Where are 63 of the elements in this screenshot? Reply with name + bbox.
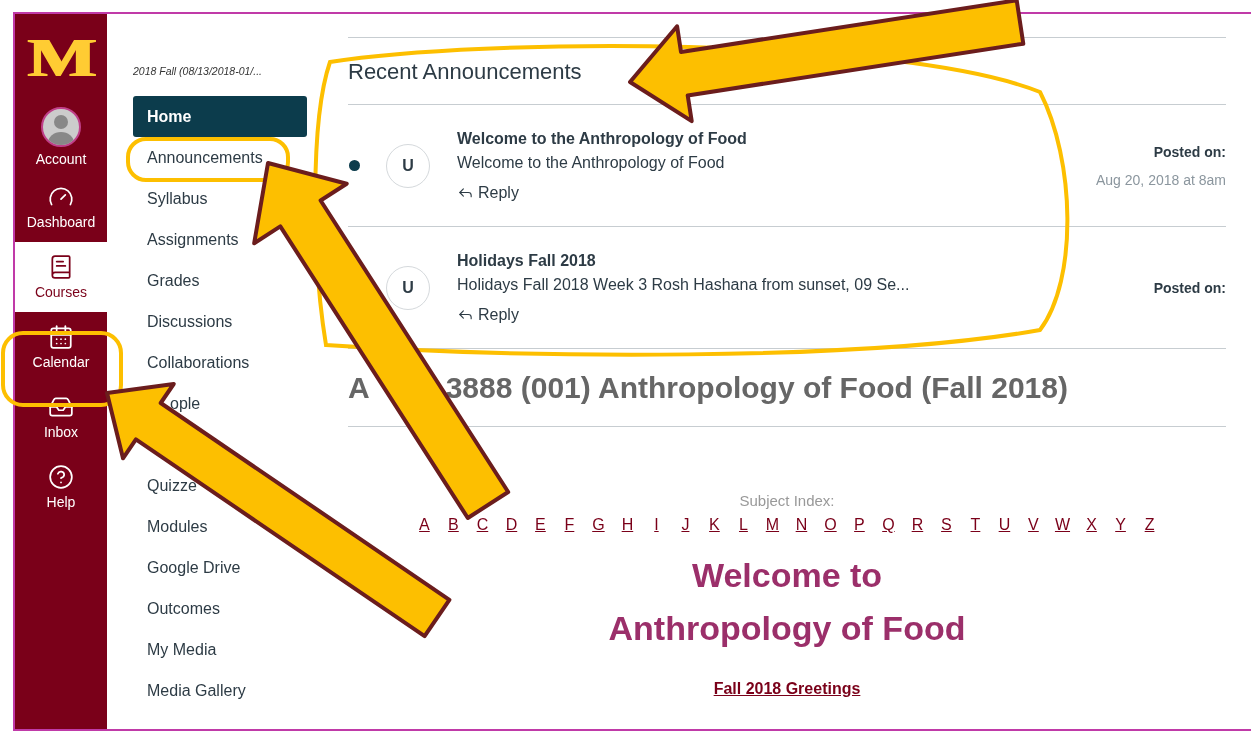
- inbox-icon: [48, 394, 74, 420]
- index-letter-link[interactable]: G: [590, 516, 606, 534]
- index-letter-link[interactable]: U: [996, 516, 1012, 534]
- announcement-text: Welcome to the Anthropology of Food: [457, 153, 726, 172]
- course-nav-link[interactable]: Discussions: [147, 312, 233, 331]
- course-nav-link[interactable]: Assignments: [147, 230, 239, 249]
- welcome-heading: Anthropology of Food: [608, 608, 966, 649]
- index-letter-link[interactable]: F: [561, 516, 577, 534]
- index-letter-link[interactable]: V: [1025, 516, 1041, 534]
- course-nav-link[interactable]: Media Gallery: [147, 681, 246, 700]
- course-nav-link[interactable]: ople: [170, 394, 201, 413]
- index-letter-link[interactable]: R: [909, 516, 925, 534]
- course-nav-link[interactable]: Quizze: [147, 476, 197, 495]
- calendar-icon: [48, 324, 74, 350]
- index-letter-link[interactable]: W: [1054, 516, 1071, 534]
- university-logo[interactable]: M: [15, 14, 124, 102]
- index-letter-link[interactable]: J: [677, 516, 693, 534]
- index-letter-link[interactable]: X: [1084, 516, 1100, 534]
- course-nav-link[interactable]: Outcomes: [147, 599, 220, 618]
- course-nav-link[interactable]: My Media: [147, 640, 217, 659]
- course-nav-link[interactable]: Grades: [147, 271, 200, 290]
- index-letter-link[interactable]: N: [793, 516, 809, 534]
- index-letter-link[interactable]: B: [445, 516, 461, 534]
- welcome-heading: Welcome to: [691, 555, 883, 596]
- index-letter-link[interactable]: T: [967, 516, 983, 534]
- announcement-title[interactable]: Welcome to the Anthropology of Food: [457, 129, 1096, 148]
- course-nav-link[interactable]: Google Drive: [147, 558, 241, 577]
- reply-link[interactable]: Reply: [457, 305, 519, 324]
- posted-label: Posted on:: [1153, 143, 1226, 160]
- global-nav-item[interactable]: Courses: [15, 242, 107, 312]
- index-letter-link[interactable]: Q: [880, 516, 896, 534]
- index-letter-link[interactable]: A: [416, 516, 432, 534]
- book-icon: [48, 254, 74, 280]
- index-letter-link[interactable]: Y: [1113, 516, 1129, 534]
- course-nav-link[interactable]: Modules: [147, 517, 208, 536]
- announcement-title[interactable]: Holidays Fall 2018: [457, 251, 1154, 270]
- index-letter-link[interactable]: Z: [1142, 516, 1158, 534]
- index-letter-link[interactable]: C: [474, 516, 490, 534]
- term-label: 2018 Fall (08/13/2018-01/...: [133, 65, 263, 79]
- announcement-text: Holidays Fall 2018 Week 3 Rosh Hashana from sunset, 09 Se...: [457, 275, 911, 294]
- reply-link[interactable]: Reply: [457, 183, 519, 202]
- index-letter-link[interactable]: K: [706, 516, 722, 534]
- index-letter-link[interactable]: P: [851, 516, 867, 534]
- posted-label: Posted on:: [1153, 279, 1226, 296]
- index-letter-link[interactable]: M: [764, 516, 780, 534]
- index-letter-link[interactable]: O: [822, 516, 838, 534]
- help-icon: [48, 464, 74, 490]
- index-letter-link[interactable]: S: [938, 516, 954, 534]
- greetings-link[interactable]: Fall 2018 Greetings: [713, 680, 861, 698]
- posted-date: Aug 20, 2018 at 8am: [1096, 171, 1226, 188]
- index-letter-link[interactable]: E: [532, 516, 548, 534]
- avatar-icon: [41, 107, 81, 147]
- course-title: 3888 (001) Anthropology of Food (Fall 2018): [445, 370, 1068, 405]
- index-letter-link[interactable]: H: [619, 516, 635, 534]
- course-nav-link[interactable]: Home: [133, 96, 307, 137]
- course-nav-link[interactable]: Announcements: [147, 148, 263, 167]
- index-letter-link[interactable]: D: [503, 516, 519, 534]
- course-nav-link[interactable]: Syllabus: [147, 189, 208, 208]
- course-nav-link[interactable]: Collaborations: [147, 353, 250, 372]
- index-letter-link[interactable]: L: [735, 516, 751, 534]
- index-letter-link[interactable]: I: [648, 516, 664, 534]
- course-title: A: [348, 370, 370, 405]
- index-label: Subject Index:: [739, 492, 835, 511]
